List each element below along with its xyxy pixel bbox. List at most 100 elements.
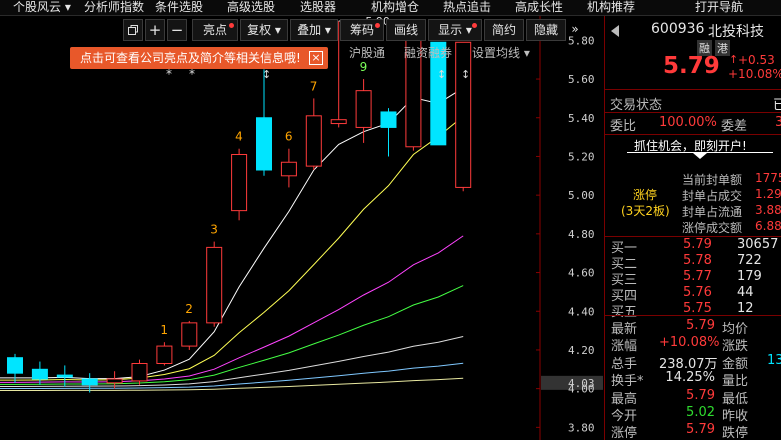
zoom-out-icon[interactable]: −	[167, 19, 187, 41]
menu-item-institution-add[interactable]: 机构增仓	[371, 0, 419, 16]
stat-label: 涨幅	[611, 339, 638, 355]
stat-label: 涨跌	[722, 339, 749, 355]
menu-item-stock-news[interactable]: 个股风云 ▾	[13, 0, 71, 16]
limit-detail-label: 涨停成交额	[682, 221, 743, 235]
y-tick-label: 4.80	[568, 228, 595, 241]
limit-detail-value: 3.88	[755, 203, 781, 217]
trade-status-value: 已	[773, 94, 781, 113]
candle-body	[106, 378, 123, 384]
candle-body	[280, 161, 297, 177]
close-icon[interactable]: ×	[309, 51, 323, 65]
stat-value: 13	[767, 352, 781, 368]
overlay-dropdown[interactable]: 叠加 ▾	[290, 19, 338, 41]
candle-body	[81, 378, 98, 386]
y-tick-label: 3.80	[568, 421, 595, 434]
zoom-in-icon[interactable]: +	[145, 19, 165, 41]
stock-name: 北投科技	[708, 24, 764, 40]
day-number-label: 9	[360, 60, 368, 74]
restore-rights-dropdown[interactable]: 复权 ▾	[240, 19, 288, 41]
quote-panel: 600936 北投科技 融 港 5.79 ↑ +0.53 +10.08% 交易状…	[604, 16, 781, 440]
weibi-label: 委比	[610, 119, 637, 134]
divider	[605, 315, 781, 316]
menu-item-condition-picker[interactable]: 条件选股	[155, 0, 203, 16]
buy-level-volume: 44	[737, 285, 754, 300]
hide-label: 隐藏	[533, 23, 558, 37]
stat-label: 最新	[611, 322, 638, 337]
candle-body	[31, 368, 48, 380]
buy-level-volume: 722	[737, 253, 762, 268]
menu-item-open-nav[interactable]: 打开导航	[695, 0, 743, 16]
y-tick-label: 5.60	[568, 73, 595, 86]
y-tick-label: 4.20	[568, 344, 595, 357]
candle-body	[355, 90, 372, 128]
limit-up-title: 涨停	[633, 188, 658, 202]
change-percent: +10.08%	[728, 67, 781, 81]
stat-label: 总手	[611, 356, 638, 372]
stat-label: 最低	[722, 391, 749, 407]
y-tick-label: 4.60	[568, 267, 595, 280]
menu-item-analyst-index[interactable]: 分析师指数	[84, 0, 144, 16]
buy-level-price: 5.77	[683, 269, 712, 284]
alert-dot-icon	[229, 23, 234, 28]
chips-button[interactable]: 筹码	[340, 19, 384, 41]
menu-item-hot-tracking[interactable]: 热点追击	[443, 0, 491, 16]
day-number-label: 4	[235, 130, 243, 144]
stat-value: 5.79	[686, 422, 715, 438]
chips-label: 筹码	[349, 23, 374, 37]
pointer-triangle	[693, 153, 707, 159]
candle-body	[305, 115, 322, 167]
menu-item-high-growth[interactable]: 高成长性	[515, 0, 563, 16]
current-price: 5.79	[663, 53, 720, 79]
buy-level-price: 5.78	[683, 253, 712, 268]
candle-body	[330, 119, 347, 125]
hk-connect-link[interactable]: 沪股通	[349, 46, 385, 62]
y-tick-label: 5.00	[568, 189, 595, 202]
hide-button[interactable]: 隐藏	[526, 19, 566, 41]
divider	[605, 89, 781, 90]
buy-level-volume: 12	[737, 301, 754, 316]
stat-label: 金额	[722, 356, 749, 372]
stat-label: 均价	[722, 322, 749, 337]
open-account-banner[interactable]: 抓住机会，即刻开户!	[627, 137, 773, 153]
menu-item-institution-recommend[interactable]: 机构推荐	[587, 0, 635, 16]
simple-mode-button[interactable]: 简约	[484, 19, 524, 41]
stock-code: 600936	[651, 21, 705, 37]
day-number-label: 6	[285, 130, 293, 144]
stat-value: 5.79	[686, 387, 715, 403]
stat-value: 14.25%	[665, 370, 715, 386]
more-chevron-icon[interactable]: »	[568, 19, 582, 41]
divider	[605, 112, 781, 113]
kline-chart[interactable]: 5.805.605.405.205.004.804.604.404.204.03…	[0, 16, 604, 440]
weibi-value: 100.00%	[659, 115, 717, 130]
buy-level-volume: 179	[737, 269, 762, 284]
menu-item-advanced-picker[interactable]: 高级选股	[227, 0, 275, 16]
buy-level-price: 5.75	[683, 301, 712, 316]
restore-window-icon[interactable]	[123, 19, 143, 41]
candle-body	[131, 362, 148, 382]
highlight-tooltip[interactable]: 点击可查看公司亮点及简介等相关信息哦! ×	[70, 47, 328, 69]
limit-detail-label: 当前封单额	[682, 173, 743, 187]
display-dropdown[interactable]: 显示 ▾	[428, 19, 482, 41]
limit-detail-value: 1775	[755, 171, 781, 185]
ma-settings-dropdown[interactable]: 设置均线 ▾	[472, 46, 530, 62]
top-menu-bar: 个股风云 ▾ 分析师指数 条件选股 高级选股 选股器 机构增仓 热点追击 高成长…	[0, 0, 781, 16]
day-number-label: 3	[210, 223, 218, 237]
margin-trading-link[interactable]: 融资融券	[404, 46, 452, 62]
candle-body	[231, 154, 248, 212]
stat-label: 量比	[722, 374, 749, 390]
candle-body	[181, 322, 198, 347]
change-value: +0.53	[738, 53, 775, 67]
limit-detail-label: 封单占成交	[682, 189, 743, 203]
y-tick-label: 5.20	[568, 150, 595, 163]
restore-rights-label: 复权 ▾	[247, 23, 281, 37]
buy-level-price: 5.76	[683, 285, 712, 300]
stat-label: 跌停	[722, 426, 749, 440]
day-number-label: 2	[185, 302, 193, 316]
stat-label: 换手*	[611, 374, 644, 390]
back-arrow-icon[interactable]	[611, 25, 619, 37]
highlight-button[interactable]: 亮点	[192, 19, 238, 41]
menu-item-stock-picker[interactable]: 选股器	[300, 0, 336, 16]
draw-line-button[interactable]: 画线	[386, 19, 426, 41]
stat-label: 昨收	[722, 409, 749, 424]
arrow-marker: ↕	[262, 68, 271, 81]
